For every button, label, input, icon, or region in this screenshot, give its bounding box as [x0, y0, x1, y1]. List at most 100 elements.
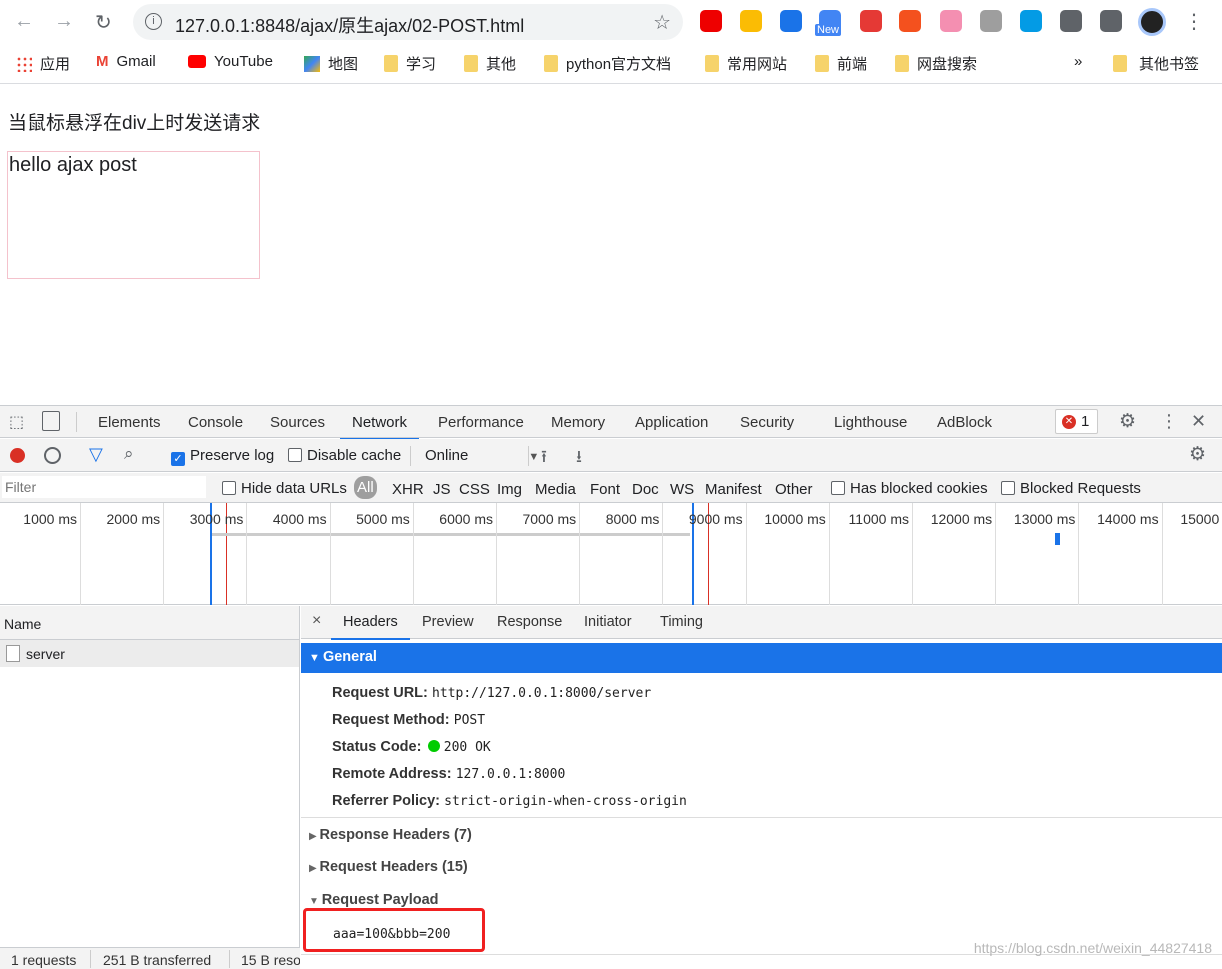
- bookmark-folder[interactable]: 学习: [384, 53, 436, 74]
- record-icon[interactable]: [860, 10, 882, 32]
- checkbox-checked[interactable]: ✓: [171, 452, 185, 466]
- inspect-element-icon[interactable]: ⬚: [9, 412, 24, 432]
- export-har-icon[interactable]: ⭳: [576, 444, 582, 473]
- tab-initiator[interactable]: Initiator: [584, 614, 632, 630]
- tab-timing[interactable]: Timing: [660, 614, 703, 630]
- hex-icon[interactable]: [1020, 10, 1042, 32]
- address-bar[interactable]: i 127.0.0.1:8848/ajax/原生ajax/02-POST.htm…: [133, 4, 683, 40]
- adblock-stop-icon[interactable]: [700, 10, 722, 32]
- filter-type-all[interactable]: All: [354, 476, 377, 499]
- folder-icon: [815, 55, 829, 72]
- hover-div[interactable]: hello ajax post: [7, 151, 260, 279]
- filter-icon[interactable]: ▽: [89, 444, 103, 465]
- other-bookmarks[interactable]: 其他书签: [1113, 53, 1199, 74]
- more-bookmarks-button[interactable]: »: [1074, 53, 1082, 70]
- record-icon[interactable]: [10, 448, 25, 463]
- tab-application[interactable]: Application: [635, 414, 708, 431]
- back-icon[interactable]: ←: [14, 10, 34, 33]
- info-icon[interactable]: i: [145, 13, 162, 30]
- bookmark-folder[interactable]: 前端: [815, 53, 867, 74]
- clear-icon[interactable]: [44, 447, 61, 464]
- import-har-icon[interactable]: ⭱: [541, 444, 547, 473]
- close-devtools-icon[interactable]: ✕: [1191, 411, 1206, 432]
- filter-type-doc[interactable]: Doc: [632, 481, 659, 498]
- settings-gear-icon[interactable]: ⚙: [1119, 410, 1136, 433]
- header-value: POST: [453, 713, 486, 728]
- infinity-icon[interactable]: [899, 10, 921, 32]
- close-details-icon[interactable]: ×: [312, 612, 321, 630]
- checkbox[interactable]: [288, 448, 302, 462]
- tab-console[interactable]: Console: [188, 414, 243, 431]
- filter-type-js[interactable]: JS: [433, 481, 451, 498]
- tab-lighthouse[interactable]: Lighthouse: [834, 414, 907, 431]
- header-name: Request Method:: [332, 712, 450, 728]
- playlist-icon[interactable]: [1100, 10, 1122, 32]
- triangle-right-icon: ▶: [309, 863, 320, 874]
- checkbox[interactable]: [222, 481, 236, 495]
- dual-icon[interactable]: [980, 10, 1002, 32]
- tab-security[interactable]: Security: [740, 414, 794, 431]
- device-toolbar-icon[interactable]: [42, 411, 60, 431]
- bookmark-star-icon[interactable]: ☆: [653, 10, 671, 35]
- bookmark-folder[interactable]: 常用网站: [705, 53, 787, 74]
- bookmark-label: 其他书签: [1139, 56, 1200, 73]
- bookmark-folder[interactable]: python官方文档: [544, 53, 671, 74]
- reload-icon[interactable]: ↻: [95, 10, 112, 35]
- filter-input[interactable]: [2, 476, 206, 498]
- bookmark-gmail[interactable]: M Gmail: [96, 53, 156, 70]
- tab-headers[interactable]: Headers: [331, 614, 410, 640]
- tab-sources[interactable]: Sources: [270, 414, 325, 431]
- lightning-icon[interactable]: [740, 10, 762, 32]
- response-headers-section[interactable]: ▶ Response Headers (7): [309, 827, 472, 843]
- bookmark-folder[interactable]: 其他: [464, 53, 516, 74]
- tab-adblock[interactable]: AdBlock: [937, 414, 992, 431]
- folder-icon: [544, 55, 558, 72]
- new-ext-icon[interactable]: New: [815, 10, 842, 36]
- tab-network[interactable]: Network: [339, 414, 420, 440]
- filter-type-manifest[interactable]: Manifest: [705, 481, 762, 498]
- request-row[interactable]: server: [0, 640, 299, 667]
- y-icon[interactable]: [780, 10, 802, 32]
- checkbox[interactable]: [1001, 481, 1015, 495]
- name-column-header[interactable]: Name: [0, 606, 299, 640]
- tab-preview[interactable]: Preview: [422, 614, 474, 630]
- filter-type-font[interactable]: Font: [590, 481, 620, 498]
- general-section-header[interactable]: ▼ General: [301, 643, 1222, 673]
- filter-type-img[interactable]: Img: [497, 481, 522, 498]
- throttle-select[interactable]: Online ▼: [425, 447, 539, 464]
- network-overview-timeline[interactable]: 1000 ms 2000 ms 3000 ms 4000 ms 5000 ms 6000 …: [0, 503, 1222, 605]
- avatar[interactable]: [1138, 8, 1166, 36]
- network-settings-icon[interactable]: ⚙: [1189, 443, 1206, 466]
- url-text[interactable]: 127.0.0.1:8848/ajax/原生ajax/02-POST.html: [175, 12, 524, 38]
- tv-icon[interactable]: [940, 10, 962, 32]
- blocked-requests-checkbox[interactable]: Blocked Requests: [1001, 480, 1141, 497]
- bookmark-youtube[interactable]: YouTube: [188, 53, 273, 70]
- filter-type-other[interactable]: Other: [775, 481, 813, 498]
- request-headers-section[interactable]: ▶ Request Headers (15): [309, 859, 468, 875]
- filter-type-ws[interactable]: WS: [670, 481, 694, 498]
- apps-grid-icon: [16, 55, 32, 72]
- request-payload-section[interactable]: ▼ Request Payload: [309, 892, 439, 908]
- preserve-log-checkbox[interactable]: ✓ Preserve log: [171, 447, 274, 466]
- error-counter[interactable]: ✕ 1: [1055, 409, 1098, 434]
- tab-response[interactable]: Response: [497, 614, 562, 630]
- tab-elements[interactable]: Elements: [98, 414, 161, 431]
- checkbox[interactable]: [831, 481, 845, 495]
- bookmark-maps[interactable]: 地图: [304, 53, 358, 74]
- tab-memory[interactable]: Memory: [551, 414, 605, 431]
- disable-cache-checkbox[interactable]: Disable cache: [288, 447, 401, 464]
- forward-icon[interactable]: →: [54, 10, 74, 33]
- filter-type-media[interactable]: Media: [535, 481, 576, 498]
- bookmark-apps[interactable]: 应用: [16, 53, 70, 74]
- search-icon[interactable]: ⌕: [124, 444, 134, 464]
- more-options-icon[interactable]: ⋮: [1160, 411, 1178, 432]
- youtube-icon: [188, 55, 206, 68]
- filter-type-xhr[interactable]: XHR: [392, 481, 424, 498]
- tab-performance[interactable]: Performance: [438, 414, 524, 431]
- hide-data-urls-checkbox[interactable]: Hide data URLs: [222, 480, 347, 497]
- menu-icon[interactable]: ⋮: [1184, 9, 1204, 34]
- filter-type-css[interactable]: CSS: [459, 481, 490, 498]
- puzzle-icon[interactable]: [1060, 10, 1082, 32]
- bookmark-folder[interactable]: 网盘搜索: [895, 53, 977, 74]
- has-blocked-cookies-checkbox[interactable]: Has blocked cookies: [831, 480, 988, 497]
